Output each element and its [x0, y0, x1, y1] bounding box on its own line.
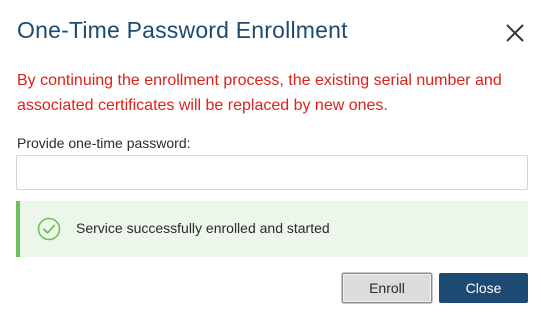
close-button[interactable]: Close [439, 273, 528, 303]
dialog-title: One-Time Password Enrollment [17, 17, 348, 43]
enroll-button[interactable]: Enroll [342, 273, 432, 303]
otp-field-label: Provide one-time password: [17, 135, 191, 151]
otp-enrollment-dialog: One-Time Password Enrollment By continui… [0, 0, 541, 319]
replacement-warning: By continuing the enrollment process, th… [17, 72, 502, 114]
otp-input[interactable] [16, 155, 528, 190]
close-icon[interactable] [504, 22, 526, 44]
success-alert: Service successfully enrolled and starte… [16, 201, 528, 257]
alert-message: Service successfully enrolled and starte… [76, 220, 330, 236]
check-circle-icon [37, 217, 61, 241]
